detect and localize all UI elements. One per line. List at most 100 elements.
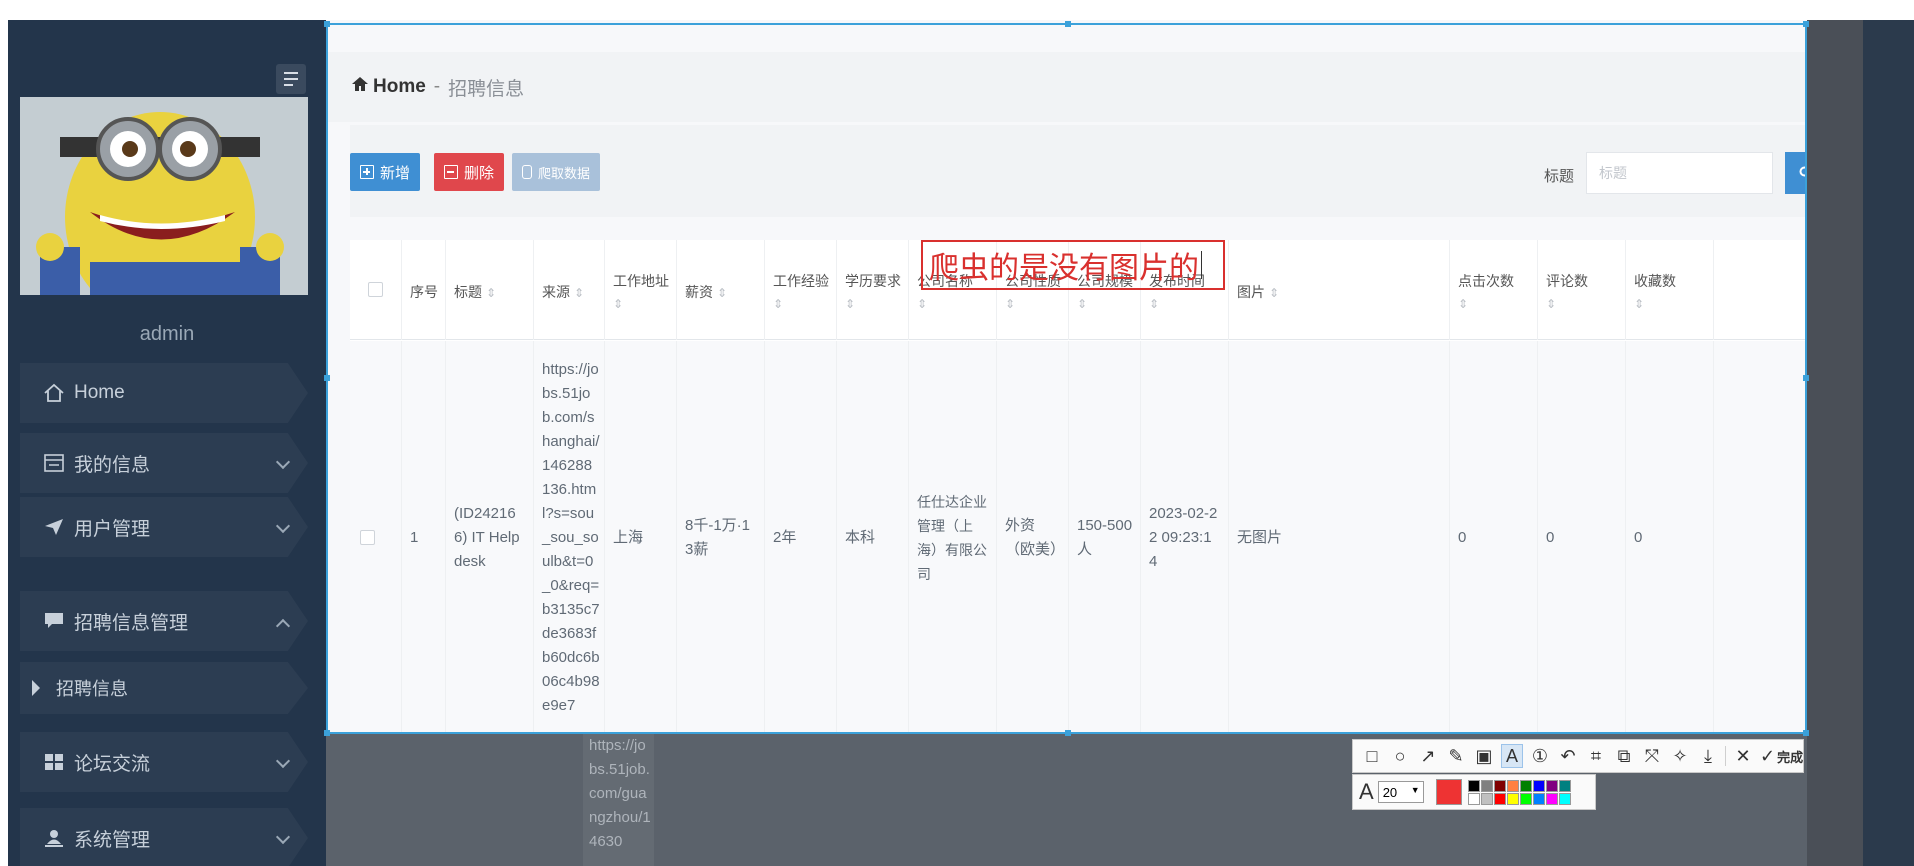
color-swatch[interactable] [1558,779,1571,792]
menu-toggle-icon[interactable] [276,64,306,94]
done-button[interactable]: ✓ 完成 [1760,746,1803,767]
row-select-cell [350,341,402,734]
color-swatch[interactable] [1480,779,1493,792]
sidebar-item-recruitment-management[interactable]: 招聘信息管理 [20,591,308,651]
color-swatch[interactable] [1545,792,1558,805]
chevron-down-icon [275,454,291,470]
cell-source-next-row: https://jobs.51job.com/guangzhou/14630 [583,734,654,866]
sidebar-item-label: Home [74,382,125,403]
header-select-all [350,240,402,340]
cell-title: (ID242166) IT Helpdesk [446,341,534,734]
sidebar: admin Home 我的信息 用户管理 招聘信息管理 招聘信息 论坛交流 系统… [8,20,326,866]
sidebar-item-label: 用户管理 [74,518,151,540]
add-button[interactable]: 新增 [350,153,421,191]
search-input[interactable] [1586,152,1773,194]
color-swatch[interactable] [1532,779,1545,792]
sort-icon: ⇕ [1546,297,1557,311]
column-header[interactable]: 点击次数 ⇕ [1450,240,1538,340]
row-checkbox[interactable] [360,530,375,545]
profile-icon [42,452,66,474]
sidebar-item-forum[interactable]: 论坛交流 [20,732,308,792]
cell-scale: 150-500人 [1069,341,1141,734]
delete-button-label: 删除 [464,164,495,182]
rectangle-tool-icon[interactable]: □ [1361,744,1383,768]
column-header[interactable]: 薪资 ⇕ [677,240,765,340]
color-swatch[interactable] [1519,779,1532,792]
delete-button[interactable]: 删除 [434,153,505,191]
grid-icon [42,751,66,773]
sidebar-item-system-management[interactable]: 系统管理 [20,808,308,866]
color-swatch[interactable] [1558,792,1571,805]
pin-icon[interactable]: ✧ [1669,744,1691,768]
color-swatch[interactable] [1480,792,1493,805]
toolbar-divider [1725,746,1726,766]
sort-icon: ⇕ [845,297,856,311]
color-swatch[interactable] [1493,779,1506,792]
color-swatch[interactable] [1506,792,1519,805]
sort-icon: ⇕ [1077,297,1088,311]
column-header[interactable]: 学历要求 ⇕ [837,240,909,340]
column-header[interactable]: 标题 ⇕ [446,240,534,340]
sidebar-item-user-management[interactable]: 用户管理 [20,497,308,557]
done-button-label: 完成 [1777,749,1804,765]
color-swatch[interactable] [1506,779,1519,792]
column-header: 序号 [402,240,446,340]
color-swatch[interactable] [1545,779,1558,792]
translate-icon[interactable]: ⧉ [1613,744,1635,768]
ellipse-tool-icon[interactable]: ○ [1389,744,1411,768]
undo-icon[interactable]: ↶ [1557,744,1579,768]
home-icon[interactable] [351,76,369,98]
long-capture-icon[interactable]: ⤧ [1641,744,1663,768]
cell-favorites: 0 [1626,341,1714,734]
ocr-icon[interactable]: ⌗ [1585,744,1607,768]
cell-comments: 0 [1538,341,1626,734]
text-tool-icon[interactable]: A [1501,744,1523,768]
sidebar-item-label: 招聘信息管理 [74,612,189,634]
sort-icon: ⇕ [1634,297,1645,311]
table-row[interactable]: 1 (ID242166) IT Helpdesk https://jobs.51… [350,341,1807,734]
sidebar-item-my-info[interactable]: 我的信息 [20,433,308,493]
column-header[interactable]: 工作地址 ⇕ [605,240,677,340]
column-header[interactable]: 工作经验 ⇕ [765,240,837,340]
color-swatch[interactable] [1467,792,1480,805]
close-icon[interactable]: ✕ [1732,744,1754,768]
cell-experience: 2年 [765,341,837,734]
sidebar-item-recruitment-info[interactable]: 招聘信息 [20,662,308,714]
column-header[interactable]: 评论数 ⇕ [1538,240,1626,340]
user-icon [42,827,66,849]
text-cursor [1201,251,1202,279]
current-color-swatch[interactable] [1435,779,1462,805]
crawl-data-button[interactable]: 爬取数据 [512,153,601,191]
column-header[interactable]: 来源 ⇕ [534,240,605,340]
breadcrumb: Home - 招聘信息 [326,52,1807,122]
select-all-checkbox[interactable] [368,282,383,297]
main-content: Home - 招聘信息 新增 删除 爬取数据 标题 查询 序号 标题⇕ [326,20,1807,734]
home-icon [42,382,66,404]
number-tool-icon[interactable]: ① [1529,744,1551,768]
text-annotation[interactable]: 爬虫的是没有图片的 [921,240,1225,290]
search-button[interactable]: 查询 [1785,152,1807,194]
avatar [20,97,308,295]
chevron-up-icon [275,618,291,634]
breadcrumb-home[interactable]: Home [373,76,426,98]
mosaic-tool-icon[interactable]: ▣ [1473,744,1495,768]
color-swatch[interactable] [1493,792,1506,805]
column-header[interactable]: 图片 ⇕ [1229,240,1450,340]
data-table: 序号 标题 ⇕ 来源 ⇕ 工作地址 ⇕ 薪资 ⇕ 工作经验 ⇕ 学历要求 ⇕ 公司名称 ⇕ 公… [350,240,1807,734]
sidebar-item-home[interactable]: Home [20,363,308,423]
username: admin [139,323,195,345]
text-style-bar: A 20 [1352,774,1596,810]
cell-publish-time: 2023-02-22 09:23:14 [1141,341,1229,734]
download-icon[interactable]: ⤓ [1697,744,1719,768]
cell-address: 上海 [605,341,677,734]
column-header[interactable]: 收藏数 ⇕ [1626,240,1714,340]
sidebar-item-label: 论坛交流 [74,753,151,775]
font-size-select[interactable]: 20 [1377,781,1424,803]
pen-tool-icon[interactable]: ✎ [1445,744,1467,768]
cell-source[interactable]: https://jobs.51job.com/shanghai/14628813… [534,341,605,734]
color-swatch[interactable] [1519,792,1532,805]
color-swatch[interactable] [1532,792,1545,805]
color-swatch[interactable] [1467,779,1480,792]
cell-clicks: 0 [1450,341,1538,734]
arrow-tool-icon[interactable]: ↗ [1417,744,1439,768]
